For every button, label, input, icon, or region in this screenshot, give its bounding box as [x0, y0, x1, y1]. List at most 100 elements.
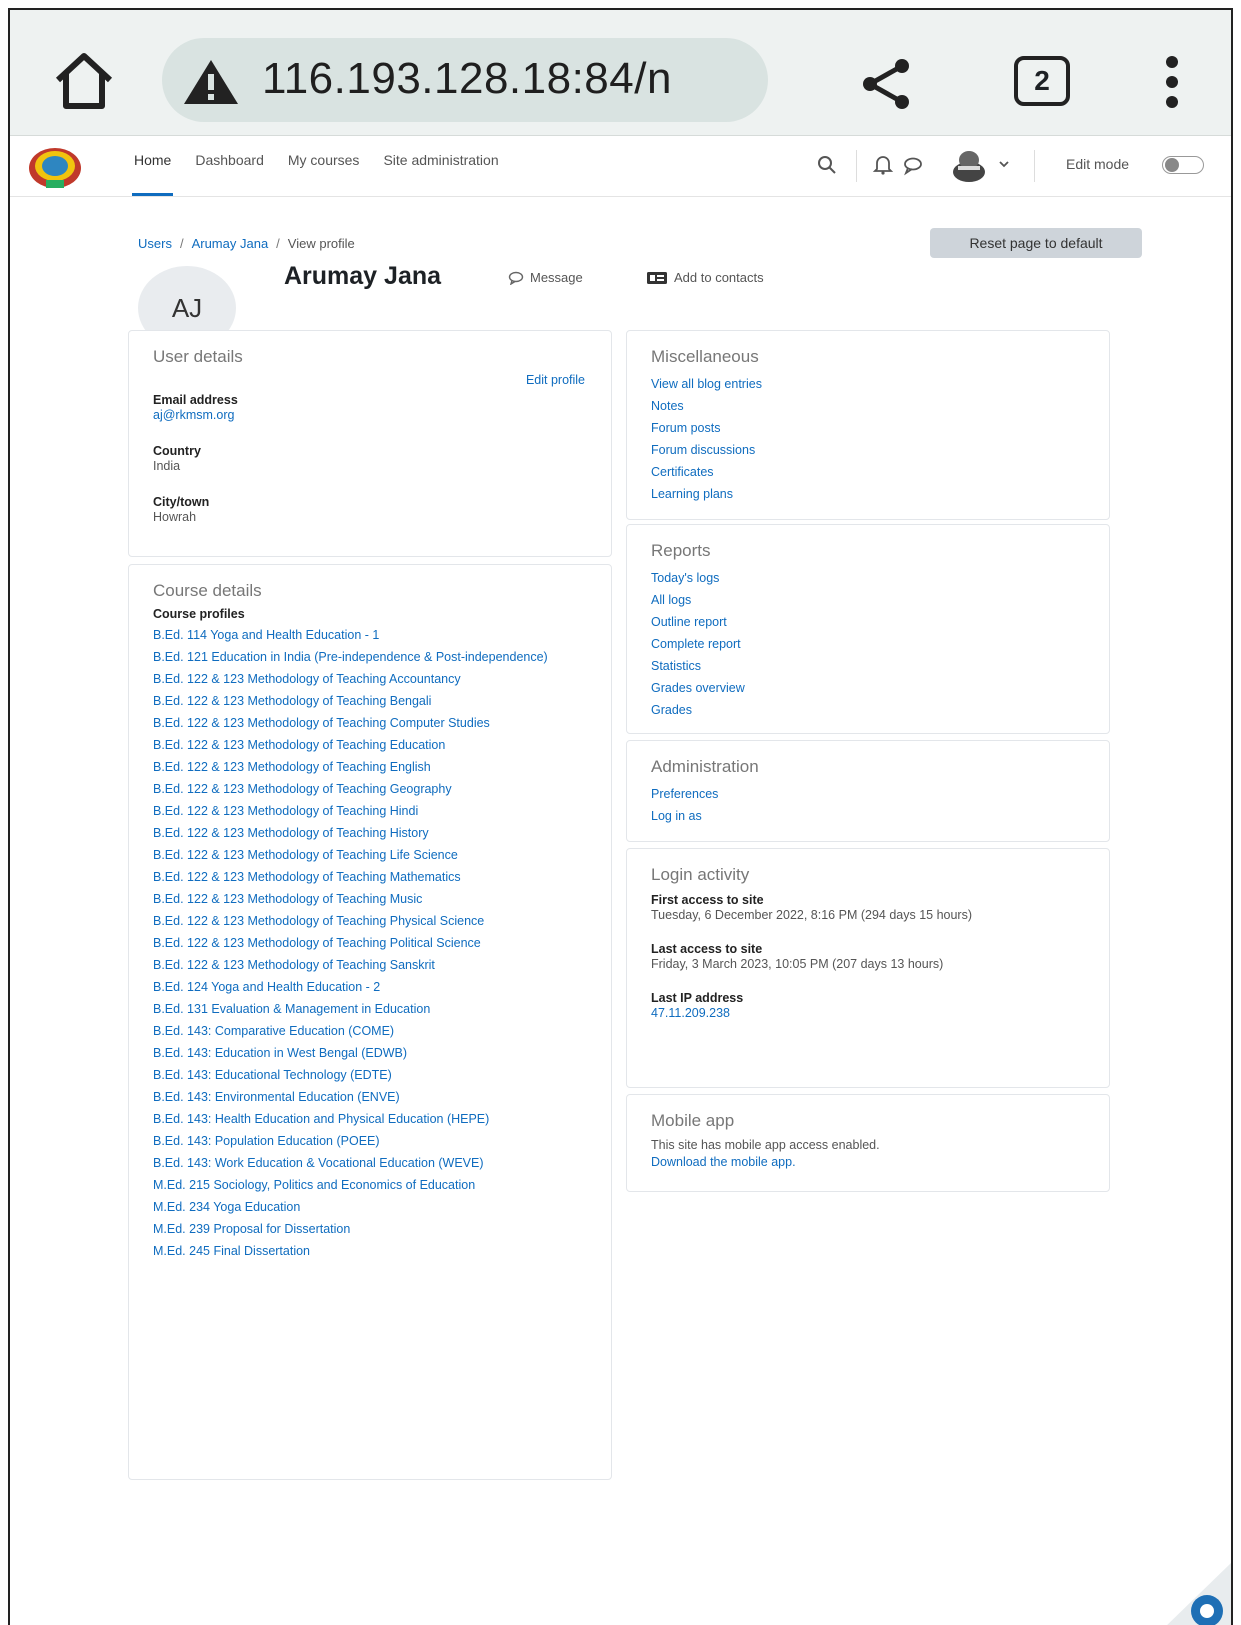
grades-link[interactable]: Grades: [651, 699, 1085, 721]
forum-posts-link[interactable]: Forum posts: [651, 417, 1085, 439]
course-link[interactable]: B.Ed. 143: Educational Technology (EDTE): [153, 1067, 587, 1085]
home-icon[interactable]: [48, 46, 120, 118]
reports-title: Reports: [651, 541, 711, 560]
course-link[interactable]: B.Ed. 122 & 123 Methodology of Teaching …: [153, 913, 587, 931]
city-label: City/town: [153, 495, 210, 509]
course-link[interactable]: B.Ed. 122 & 123 Methodology of Teaching …: [153, 759, 587, 777]
todays-logs-link[interactable]: Today's logs: [651, 567, 1085, 589]
url-text[interactable]: 116.193.128.18:84/n: [262, 54, 752, 104]
course-link[interactable]: M.Ed. 215 Sociology, Politics and Econom…: [153, 1177, 587, 1195]
not-secure-warning-icon[interactable]: [182, 58, 240, 106]
nav-site-administration[interactable]: Site administration: [381, 136, 500, 196]
miscellaneous-title: Miscellaneous: [651, 347, 759, 366]
course-link[interactable]: B.Ed. 122 & 123 Methodology of Teaching …: [153, 803, 587, 821]
outline-report-link[interactable]: Outline report: [651, 611, 1085, 633]
course-link[interactable]: B.Ed. 122 & 123 Methodology of Teaching …: [153, 715, 587, 733]
miscellaneous-card: Miscellaneous View all blog entries Note…: [626, 330, 1110, 520]
nav-my-courses[interactable]: My courses: [286, 136, 362, 196]
course-link[interactable]: B.Ed. 143: Education in West Bengal (EDW…: [153, 1045, 587, 1063]
add-to-contacts-label: Add to contacts: [674, 270, 764, 285]
user-avatar-icon[interactable]: [950, 146, 988, 184]
last-access-value: Friday, 3 March 2023, 10:05 PM (207 days…: [651, 957, 944, 971]
user-details-card: User details Edit profile Email address …: [128, 330, 612, 557]
user-details-title: User details: [153, 347, 243, 366]
bell-icon[interactable]: [872, 154, 894, 176]
course-link[interactable]: M.Ed. 245 Final Dissertation: [153, 1243, 587, 1261]
course-link[interactable]: B.Ed. 143: Health Education and Physical…: [153, 1111, 587, 1129]
certificates-link[interactable]: Certificates: [651, 461, 1085, 483]
tab-switcher-button[interactable]: 2: [1014, 56, 1070, 106]
add-to-contacts-button[interactable]: Add to contacts: [646, 270, 764, 285]
first-access-label: First access to site: [651, 893, 764, 907]
login-activity-title: Login activity: [651, 865, 750, 884]
course-link[interactable]: B.Ed. 122 & 123 Methodology of Teaching …: [153, 935, 587, 953]
forum-discussions-link[interactable]: Forum discussions: [651, 439, 1085, 461]
administration-title: Administration: [651, 757, 759, 776]
country-value: India: [153, 459, 181, 473]
course-link[interactable]: B.Ed. 122 & 123 Methodology of Teaching …: [153, 693, 587, 711]
screenshot-frame: 116.193.128.18:84/n 2 Home Dashboard My …: [8, 8, 1233, 1625]
learning-plans-link[interactable]: Learning plans: [651, 483, 1085, 505]
nav-home[interactable]: Home: [132, 136, 174, 196]
course-link[interactable]: B.Ed. 122 & 123 Methodology of Teaching …: [153, 825, 587, 843]
course-link[interactable]: B.Ed. 131 Evaluation & Management in Edu…: [153, 1001, 587, 1019]
last-ip-label: Last IP address: [651, 991, 744, 1005]
course-link[interactable]: B.Ed. 143: Work Education & Vocational E…: [153, 1155, 587, 1173]
log-in-as-link[interactable]: Log in as: [651, 805, 1085, 827]
browser-toolbar: 116.193.128.18:84/n 2: [10, 10, 1231, 136]
course-link[interactable]: B.Ed. 122 & 123 Methodology of Teaching …: [153, 869, 587, 887]
nav-dashboard[interactable]: Dashboard: [193, 136, 266, 196]
message-label: Message: [530, 270, 583, 285]
address-card-icon: [647, 271, 667, 284]
edit-mode-label: Edit mode: [1066, 156, 1130, 172]
search-icon[interactable]: [816, 154, 838, 176]
breadcrumb-users[interactable]: Users: [138, 236, 172, 251]
course-link[interactable]: B.Ed. 143: Comparative Education (COME): [153, 1023, 587, 1041]
last-ip-link[interactable]: 47.11.209.238: [651, 1005, 1085, 1022]
share-icon[interactable]: [858, 56, 914, 112]
address-bar[interactable]: 116.193.128.18:84/n: [162, 38, 768, 122]
breadcrumb-separator: /: [276, 236, 280, 251]
chevron-down-icon[interactable]: [998, 158, 1010, 170]
country-label: Country: [153, 444, 201, 458]
course-link[interactable]: B.Ed. 124 Yoga and Health Education - 2: [153, 979, 587, 997]
download-mobile-app-link[interactable]: Download the mobile app.: [651, 1154, 1085, 1171]
breadcrumb-current: View profile: [287, 236, 355, 251]
course-link[interactable]: B.Ed. 122 & 123 Methodology of Teaching …: [153, 737, 587, 755]
statistics-link[interactable]: Statistics: [651, 655, 1085, 677]
edit-profile-link[interactable]: Edit profile: [526, 373, 585, 387]
complete-report-link[interactable]: Complete report: [651, 633, 1085, 655]
all-logs-link[interactable]: All logs: [651, 589, 1085, 611]
mobile-app-text: This site has mobile app access enabled.: [651, 1138, 880, 1152]
course-link[interactable]: B.Ed. 122 & 123 Methodology of Teaching …: [153, 671, 587, 689]
city-value: Howrah: [153, 510, 197, 524]
course-list: B.Ed. 114 Yoga and Health Education - 1 B…: [153, 627, 587, 1261]
message-icon: [508, 271, 524, 285]
first-access-value: Tuesday, 6 December 2022, 8:16 PM (294 d…: [651, 908, 973, 922]
message-button[interactable]: Message: [508, 270, 583, 285]
primary-nav: Home Dashboard My courses Site administr…: [132, 136, 501, 196]
breadcrumb-user[interactable]: Arumay Jana: [192, 236, 269, 251]
course-link[interactable]: B.Ed. 122 & 123 Methodology of Teaching …: [153, 957, 587, 975]
preferences-link[interactable]: Preferences: [651, 783, 1085, 805]
course-link[interactable]: B.Ed. 122 & 123 Methodology of Teaching …: [153, 781, 587, 799]
course-link[interactable]: B.Ed. 143: Environmental Education (ENVE…: [153, 1089, 587, 1107]
course-link[interactable]: B.Ed. 121 Education in India (Pre-indepe…: [153, 649, 587, 667]
overflow-menu-icon[interactable]: [1160, 52, 1184, 112]
course-link[interactable]: M.Ed. 234 Yoga Education: [153, 1199, 587, 1217]
chat-bubble-icon[interactable]: [902, 154, 924, 176]
course-link[interactable]: B.Ed. 114 Yoga and Health Education - 1: [153, 627, 587, 645]
blog-entries-link[interactable]: View all blog entries: [651, 373, 1085, 395]
course-link[interactable]: B.Ed. 143: Population Education (POEE): [153, 1133, 587, 1151]
course-details-title: Course details: [153, 581, 262, 600]
course-link[interactable]: B.Ed. 122 & 123 Methodology of Teaching …: [153, 847, 587, 865]
email-label: Email address: [153, 393, 238, 407]
site-logo[interactable]: [24, 140, 86, 192]
email-link[interactable]: aj@rkmsm.org: [153, 407, 587, 424]
reset-page-button[interactable]: Reset page to default: [930, 228, 1142, 258]
course-link[interactable]: B.Ed. 122 & 123 Methodology of Teaching …: [153, 891, 587, 909]
grades-overview-link[interactable]: Grades overview: [651, 677, 1085, 699]
notes-link[interactable]: Notes: [651, 395, 1085, 417]
edit-mode-toggle[interactable]: [1162, 156, 1204, 174]
course-link[interactable]: M.Ed. 239 Proposal for Dissertation: [153, 1221, 587, 1239]
